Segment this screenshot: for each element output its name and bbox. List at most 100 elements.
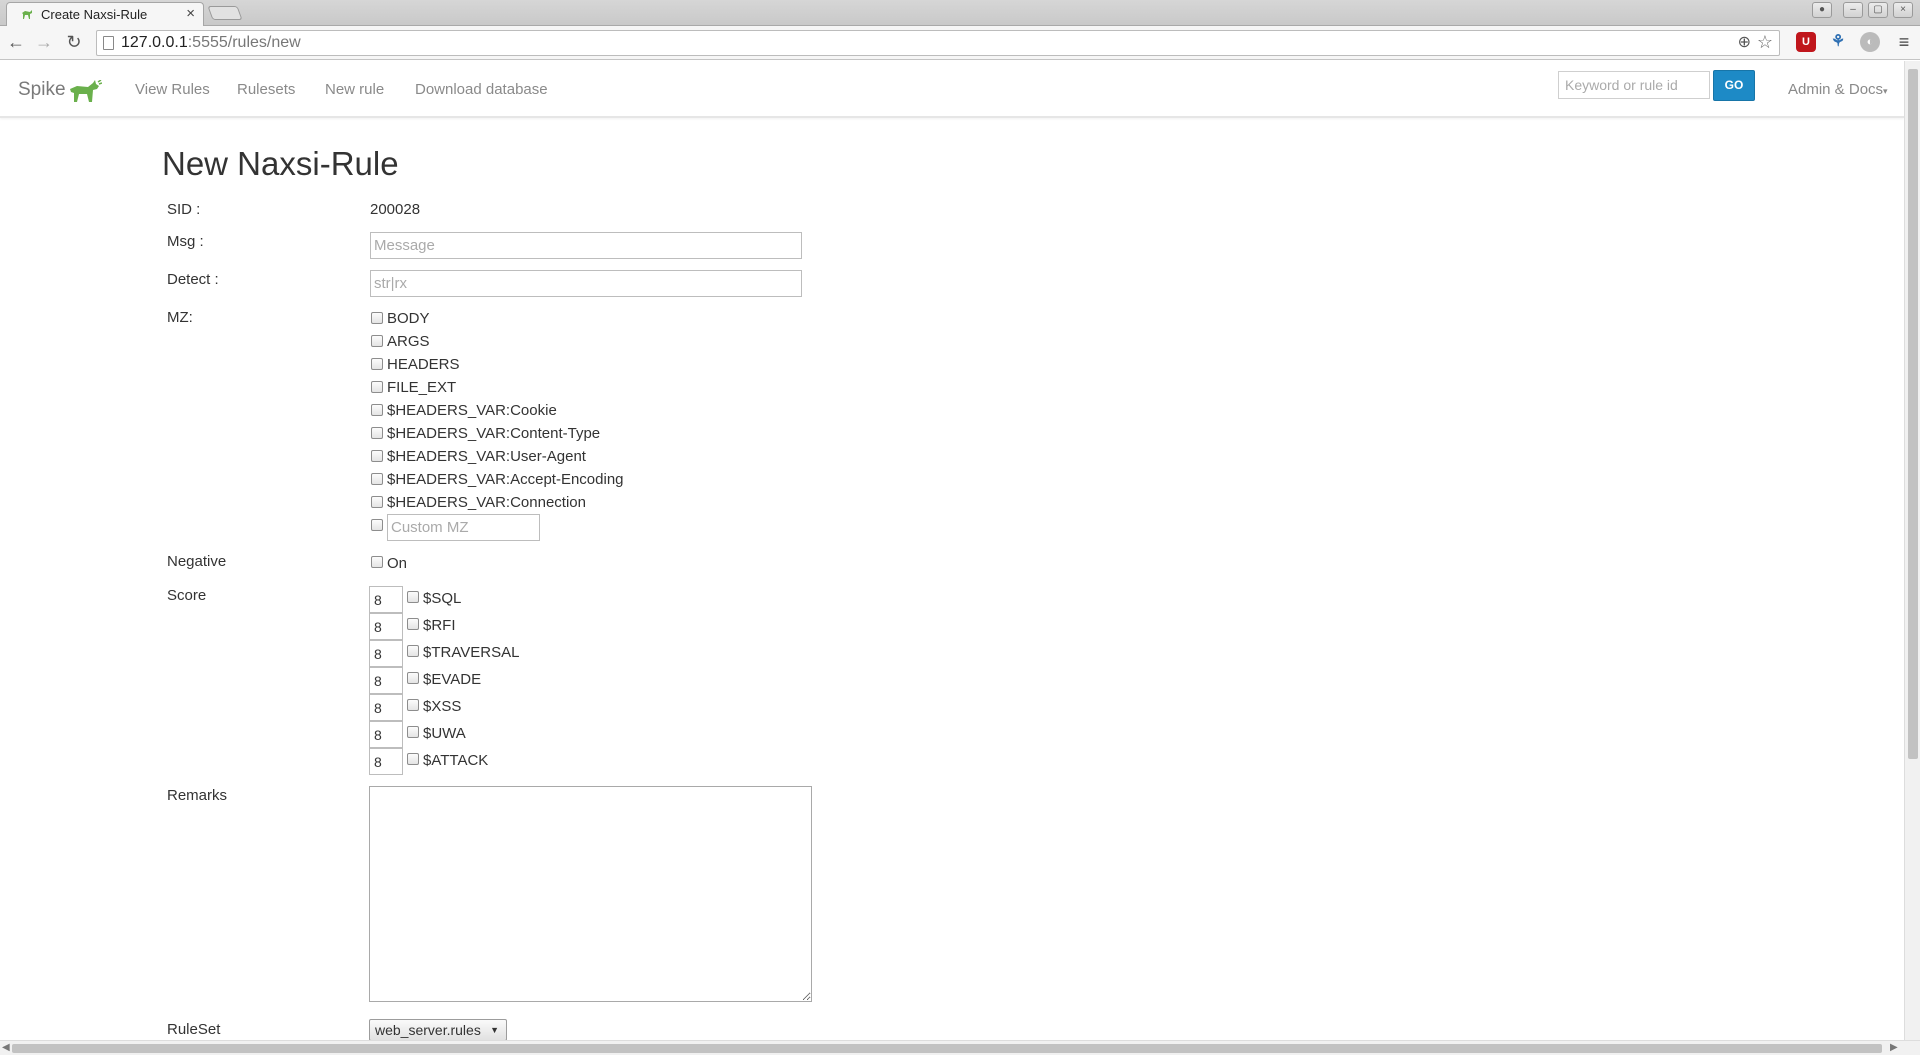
zoom-icon[interactable]: ⊕ (1738, 31, 1751, 55)
mz-checkbox-connection[interactable] (371, 496, 383, 508)
restore-icon[interactable]: ▢ (1868, 2, 1888, 18)
page-icon (103, 36, 114, 50)
admin-docs-dropdown[interactable]: Admin & Docs▾ (1788, 81, 1888, 98)
spike-dog-logo-icon[interactable] (68, 80, 102, 104)
score-input-sql[interactable] (369, 586, 403, 613)
custom-mz-input[interactable] (387, 514, 540, 541)
mz-option-label: ARGS (387, 333, 430, 350)
window-close-icon[interactable]: × (1893, 2, 1913, 18)
msg-input[interactable] (370, 232, 802, 259)
back-arrow-icon[interactable]: ← (4, 30, 28, 54)
mz-checkbox-cookie[interactable] (371, 404, 383, 416)
score-checkbox-uwa[interactable] (407, 726, 419, 738)
vertical-scrollbar[interactable] (1904, 61, 1920, 1040)
scroll-right-icon[interactable]: ▶ (1890, 1041, 1898, 1055)
score-checkbox-evade[interactable] (407, 672, 419, 684)
mz-checkbox-custom[interactable] (371, 519, 383, 531)
caret-down-icon: ▾ (1883, 86, 1888, 96)
horizontal-scrollbar[interactable]: ◀ ▶ (0, 1040, 1920, 1055)
ruleset-selected-value: web_server.rules (375, 1022, 481, 1038)
spike-favicon-icon (22, 10, 32, 19)
mz-option-label: BODY (387, 310, 430, 327)
browser-tab[interactable]: Create Naxsi-Rule × (6, 2, 204, 26)
profile-icon[interactable]: ● (1812, 2, 1832, 18)
browser-tabstrip: Create Naxsi-Rule × ● – ▢ × (0, 0, 1920, 26)
mz-option-label: HEADERS (387, 356, 460, 373)
mz-option-label: $HEADERS_VAR:Cookie (387, 402, 557, 419)
globe-extension-icon[interactable]: ◐ (1860, 32, 1880, 52)
score-input-attack[interactable] (369, 748, 403, 775)
remarks-label: Remarks (167, 787, 228, 804)
detect-input[interactable] (370, 270, 802, 297)
new-tab-button[interactable] (207, 6, 243, 20)
nav-download-database[interactable]: Download database (415, 81, 548, 98)
detect-label: Detect : (167, 271, 219, 288)
mz-checkbox-file-ext[interactable] (371, 381, 383, 393)
mz-option-label: $HEADERS_VAR:Connection (387, 494, 586, 511)
negative-on-label: On (387, 555, 408, 572)
mz-checkbox-accept-encoding[interactable] (371, 473, 383, 485)
ruleset-label: RuleSet (167, 1021, 221, 1038)
mz-checkbox-user-agent[interactable] (371, 450, 383, 462)
network-extension-icon[interactable]: ⚘ (1828, 32, 1848, 52)
negative-checkbox[interactable] (371, 556, 383, 568)
score-checkbox-sql[interactable] (407, 591, 419, 603)
mz-option-label: $HEADERS_VAR:User-Agent (387, 448, 586, 465)
score-input-xss[interactable] (369, 694, 403, 721)
score-label: Score (167, 587, 207, 604)
scroll-left-icon[interactable]: ◀ (2, 1041, 10, 1055)
score-checkbox-attack[interactable] (407, 753, 419, 765)
search-input[interactable] (1558, 71, 1710, 99)
vertical-scrollbar-thumb[interactable] (1908, 69, 1918, 759)
ublock-extension-icon[interactable]: U (1796, 32, 1816, 52)
score-input-uwa[interactable] (369, 721, 403, 748)
page-viewport: Spike View Rules Rulesets New rule Downl… (0, 61, 1904, 1040)
page-title: New Naxsi-Rule (162, 145, 399, 182)
admin-docs-label: Admin & Docs (1788, 81, 1884, 98)
nav-new-rule[interactable]: New rule (325, 81, 384, 98)
browser-toolbar: ← → ↻ 127.0.0.1:5555/rules/new ⊕ ☆ (0, 26, 1920, 60)
score-name: $UWA (423, 725, 466, 742)
tab-close-icon[interactable]: × (186, 3, 195, 25)
select-arrow-icon: ▼ (490, 1025, 499, 1035)
mz-label: MZ: (167, 309, 193, 326)
address-bar[interactable]: 127.0.0.1:5555/rules/new ⊕ ☆ (96, 30, 1780, 56)
minimize-icon[interactable]: – (1843, 2, 1863, 18)
sid-value: 200028 (370, 201, 421, 218)
go-button[interactable]: GO (1713, 70, 1755, 101)
score-input-traversal[interactable] (369, 640, 403, 667)
nav-rulesets[interactable]: Rulesets (237, 81, 295, 98)
url-text: 127.0.0.1:5555/rules/new (121, 34, 301, 51)
bookmark-star-icon[interactable]: ☆ (1757, 30, 1773, 54)
score-name: $TRAVERSAL (423, 644, 520, 661)
mz-checkbox-body[interactable] (371, 312, 383, 324)
remarks-textarea[interactable] (369, 786, 812, 1002)
mz-checkbox-headers[interactable] (371, 358, 383, 370)
reload-icon[interactable]: ↻ (62, 30, 86, 54)
horizontal-scrollbar-thumb[interactable] (12, 1044, 1882, 1053)
score-checkbox-rfi[interactable] (407, 618, 419, 630)
tab-title: Create Naxsi-Rule (41, 7, 148, 22)
site-navbar: Spike View Rules Rulesets New rule Downl… (0, 61, 1904, 118)
score-checkbox-traversal[interactable] (407, 645, 419, 657)
mz-option-label: $HEADERS_VAR:Content-Type (387, 425, 601, 442)
score-checkbox-xss[interactable] (407, 699, 419, 711)
score-name: $XSS (423, 698, 462, 715)
mz-option-label: $HEADERS_VAR:Accept-Encoding (387, 471, 624, 488)
chrome-menu-icon[interactable]: ≡ (1894, 32, 1914, 52)
forward-arrow-icon[interactable]: → (32, 30, 56, 54)
msg-label: Msg : (167, 233, 204, 250)
score-input-rfi[interactable] (369, 613, 403, 640)
mz-checkbox-args[interactable] (371, 335, 383, 347)
score-name: $EVADE (423, 671, 482, 688)
score-name: $RFI (423, 617, 456, 634)
negative-label: Negative (167, 553, 227, 570)
score-input-evade[interactable] (369, 667, 403, 694)
mz-checkbox-content-type[interactable] (371, 427, 383, 439)
sid-label: SID : (167, 201, 201, 218)
mz-option-label: FILE_EXT (387, 379, 457, 396)
nav-view-rules[interactable]: View Rules (135, 81, 210, 98)
brand-name[interactable]: Spike (18, 79, 66, 101)
score-name: $ATTACK (423, 752, 489, 769)
ruleset-select[interactable]: web_server.rules ▼ (369, 1019, 507, 1040)
